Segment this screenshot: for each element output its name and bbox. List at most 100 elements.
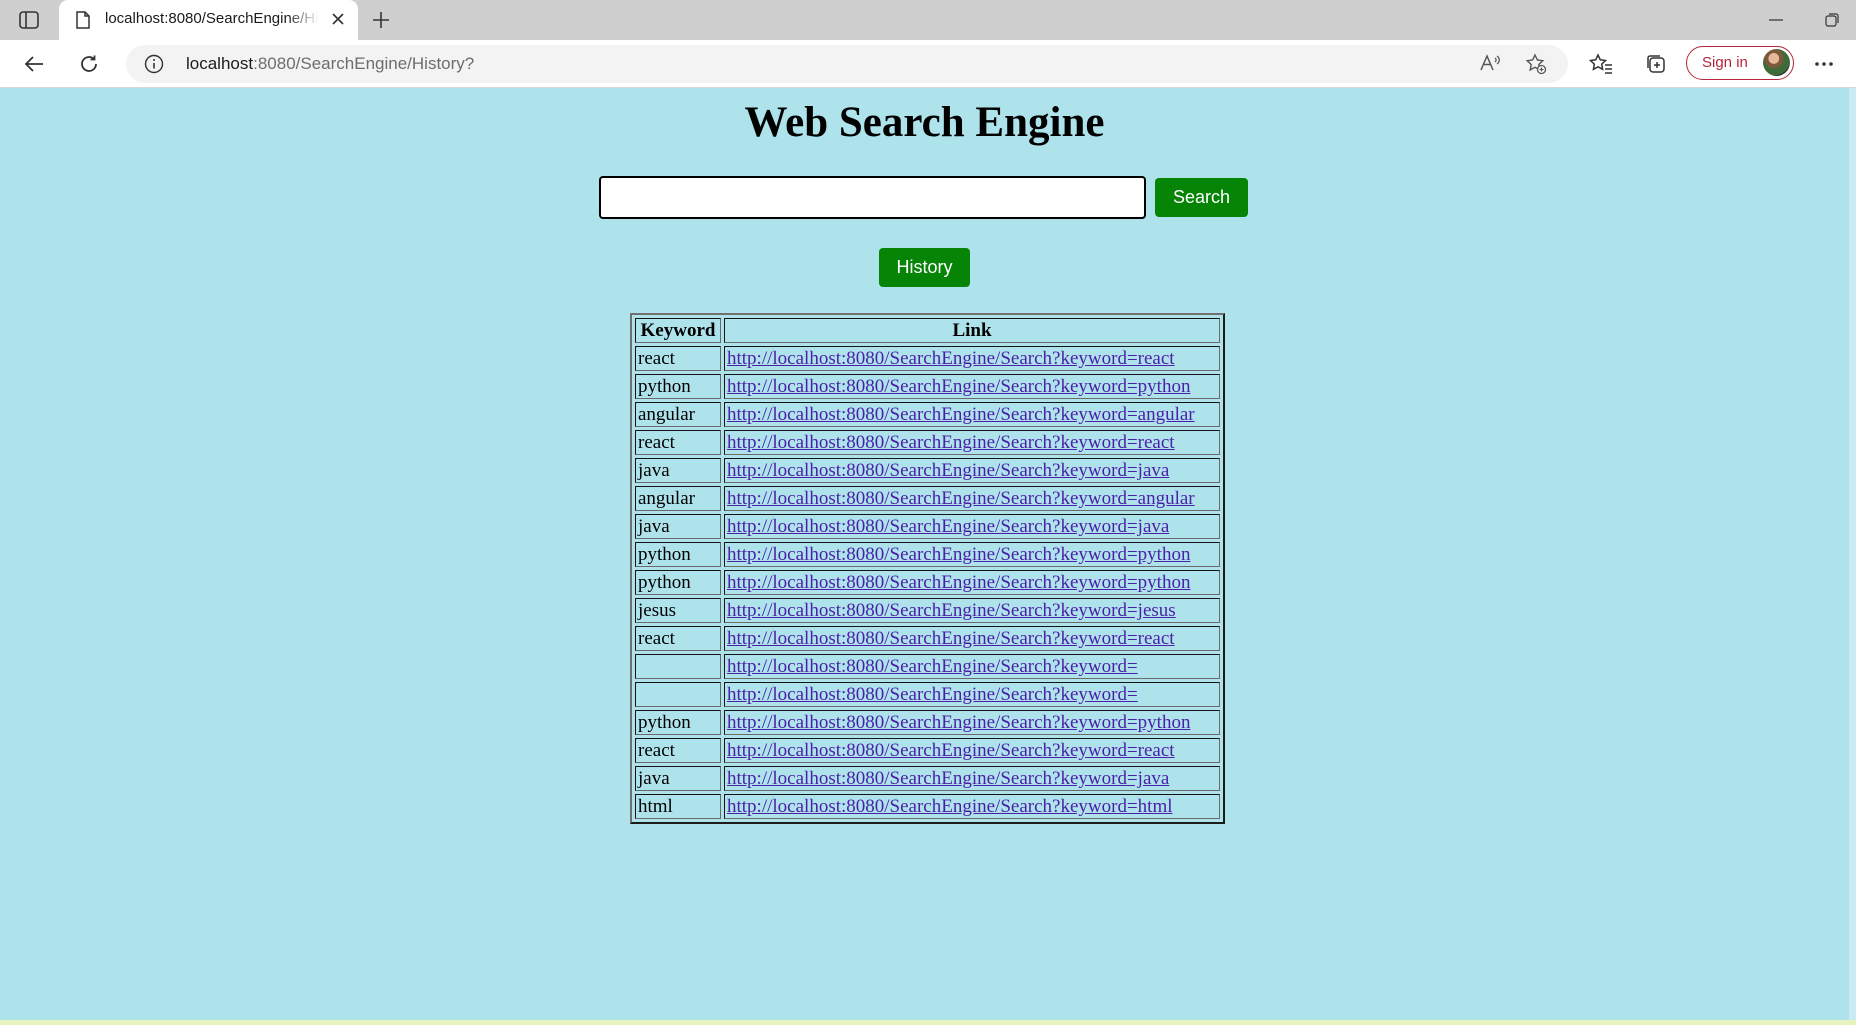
keyword-cell: java <box>635 514 721 539</box>
keyword-column-header: Keyword <box>635 318 721 343</box>
address-bar[interactable]: localhost:8080/SearchEngine/History? <box>126 45 1568 83</box>
history-link[interactable]: http://localhost:8080/SearchEngine/Searc… <box>727 628 1175 649</box>
keyword-cell <box>635 654 721 679</box>
history-button[interactable]: History <box>879 248 970 287</box>
table-row: python http://localhost:8080/SearchEngine… <box>635 542 1220 567</box>
history-link[interactable]: http://localhost:8080/SearchEngine/Searc… <box>727 516 1169 537</box>
link-cell: http://localhost:8080/SearchEngine/Searc… <box>724 402 1220 427</box>
tab-title: localhost:8080/SearchEngine/History? <box>105 10 319 27</box>
sign-in-label: Sign in <box>1702 54 1748 71</box>
history-link[interactable]: http://localhost:8080/SearchEngine/Searc… <box>727 712 1190 733</box>
table-row: java http://localhost:8080/SearchEngine/S… <box>635 514 1220 539</box>
history-table: Keyword Link react http://localhost:8080/… <box>630 313 1225 824</box>
keyword-cell: react <box>635 626 721 651</box>
keyword-cell: python <box>635 710 721 735</box>
collections-icon[interactable] <box>1642 50 1670 78</box>
link-cell: http://localhost:8080/SearchEngine/Searc… <box>724 626 1220 651</box>
more-options-icon[interactable] <box>1810 50 1838 78</box>
site-info-icon[interactable] <box>144 54 164 79</box>
close-tab-icon[interactable] <box>331 12 345 31</box>
favorites-icon[interactable] <box>1587 50 1615 78</box>
back-arrow-icon[interactable] <box>20 50 48 78</box>
history-link[interactable]: http://localhost:8080/SearchEngine/Searc… <box>727 768 1169 789</box>
new-tab-icon[interactable] <box>369 8 393 32</box>
scrollbar-track[interactable] <box>1849 88 1856 1020</box>
table-row: java http://localhost:8080/SearchEngine/S… <box>635 458 1220 483</box>
history-link[interactable]: http://localhost:8080/SearchEngine/Searc… <box>727 684 1138 705</box>
link-cell: http://localhost:8080/SearchEngine/Searc… <box>724 542 1220 567</box>
page-icon <box>75 11 91 34</box>
table-row: java http://localhost:8080/SearchEngine/S… <box>635 766 1220 791</box>
sign-in-button[interactable]: Sign in <box>1686 46 1794 80</box>
history-link[interactable]: http://localhost:8080/SearchEngine/Searc… <box>727 544 1190 565</box>
tab-actions-icon[interactable] <box>18 9 40 31</box>
link-cell: http://localhost:8080/SearchEngine/Searc… <box>724 570 1220 595</box>
table-row: jesus http://localhost:8080/SearchEngine/… <box>635 598 1220 623</box>
history-link[interactable]: http://localhost:8080/SearchEngine/Searc… <box>727 432 1175 453</box>
history-link[interactable]: http://localhost:8080/SearchEngine/Searc… <box>727 488 1195 509</box>
table-header-row: Keyword Link <box>635 318 1220 343</box>
table-row: react http://localhost:8080/SearchEngine/… <box>635 346 1220 371</box>
table-row: react http://localhost:8080/SearchEngine/… <box>635 738 1220 763</box>
keyword-cell: java <box>635 458 721 483</box>
keyword-cell: python <box>635 374 721 399</box>
browser-tab[interactable]: localhost:8080/SearchEngine/History? <box>59 0 358 40</box>
keyword-cell: jesus <box>635 598 721 623</box>
avatar <box>1763 49 1790 76</box>
browser-tab-bar: localhost:8080/SearchEngine/History? <box>0 0 1856 40</box>
url-text: localhost:8080/SearchEngine/History? <box>186 54 474 74</box>
keyword-cell: react <box>635 346 721 371</box>
table-row: http://localhost:8080/SearchEngine/Searc… <box>635 682 1220 707</box>
add-favorite-icon[interactable] <box>1525 53 1547 80</box>
table-row: http://localhost:8080/SearchEngine/Searc… <box>635 654 1220 679</box>
link-cell: http://localhost:8080/SearchEngine/Searc… <box>724 794 1220 819</box>
keyword-cell <box>635 682 721 707</box>
keyword-cell: python <box>635 542 721 567</box>
read-aloud-icon[interactable] <box>1479 53 1501 78</box>
link-cell: http://localhost:8080/SearchEngine/Searc… <box>724 598 1220 623</box>
table-row: react http://localhost:8080/SearchEngine/… <box>635 430 1220 455</box>
link-cell: http://localhost:8080/SearchEngine/Searc… <box>724 430 1220 455</box>
keyword-cell: angular <box>635 486 721 511</box>
table-row: angular http://localhost:8080/SearchEngin… <box>635 486 1220 511</box>
table-row: python http://localhost:8080/SearchEngine… <box>635 710 1220 735</box>
link-cell: http://localhost:8080/SearchEngine/Searc… <box>724 486 1220 511</box>
table-row: angular http://localhost:8080/SearchEngin… <box>635 402 1220 427</box>
keyword-cell: react <box>635 430 721 455</box>
table-row: python http://localhost:8080/SearchEngine… <box>635 570 1220 595</box>
link-cell: http://localhost:8080/SearchEngine/Searc… <box>724 458 1220 483</box>
link-cell: http://localhost:8080/SearchEngine/Searc… <box>724 710 1220 735</box>
keyword-cell: html <box>635 794 721 819</box>
link-cell: http://localhost:8080/SearchEngine/Searc… <box>724 682 1220 707</box>
table-row: html http://localhost:8080/SearchEngine/S… <box>635 794 1220 819</box>
url-host: localhost <box>186 54 254 73</box>
link-cell: http://localhost:8080/SearchEngine/Searc… <box>724 766 1220 791</box>
link-cell: http://localhost:8080/SearchEngine/Searc… <box>724 738 1220 763</box>
refresh-icon[interactable] <box>75 50 103 78</box>
keyword-cell: react <box>635 738 721 763</box>
history-link[interactable]: http://localhost:8080/SearchEngine/Searc… <box>727 404 1195 425</box>
keyword-cell: python <box>635 570 721 595</box>
history-link[interactable]: http://localhost:8080/SearchEngine/Searc… <box>727 740 1175 761</box>
keyword-cell: angular <box>635 402 721 427</box>
restore-icon[interactable] <box>1820 10 1844 30</box>
history-link[interactable]: http://localhost:8080/SearchEngine/Searc… <box>727 600 1176 621</box>
history-link[interactable]: http://localhost:8080/SearchEngine/Searc… <box>727 348 1175 369</box>
search-input[interactable] <box>599 176 1146 219</box>
history-table-body: react http://localhost:8080/SearchEngine/… <box>635 346 1220 819</box>
keyword-cell: java <box>635 766 721 791</box>
search-button[interactable]: Search <box>1155 178 1248 217</box>
browser-toolbar: localhost:8080/SearchEngine/History? Sig… <box>0 40 1856 88</box>
history-link[interactable]: http://localhost:8080/SearchEngine/Searc… <box>727 796 1173 817</box>
link-cell: http://localhost:8080/SearchEngine/Searc… <box>724 346 1220 371</box>
link-cell: http://localhost:8080/SearchEngine/Searc… <box>724 514 1220 539</box>
link-column-header: Link <box>724 318 1220 343</box>
page-title: Web Search Engine <box>744 99 1105 146</box>
history-link[interactable]: http://localhost:8080/SearchEngine/Searc… <box>727 460 1169 481</box>
history-link[interactable]: http://localhost:8080/SearchEngine/Searc… <box>727 376 1190 397</box>
history-link[interactable]: http://localhost:8080/SearchEngine/Searc… <box>727 656 1138 677</box>
table-row: python http://localhost:8080/SearchEngine… <box>635 374 1220 399</box>
history-link[interactable]: http://localhost:8080/SearchEngine/Searc… <box>727 572 1190 593</box>
minimize-icon[interactable] <box>1764 10 1788 30</box>
link-cell: http://localhost:8080/SearchEngine/Searc… <box>724 654 1220 679</box>
